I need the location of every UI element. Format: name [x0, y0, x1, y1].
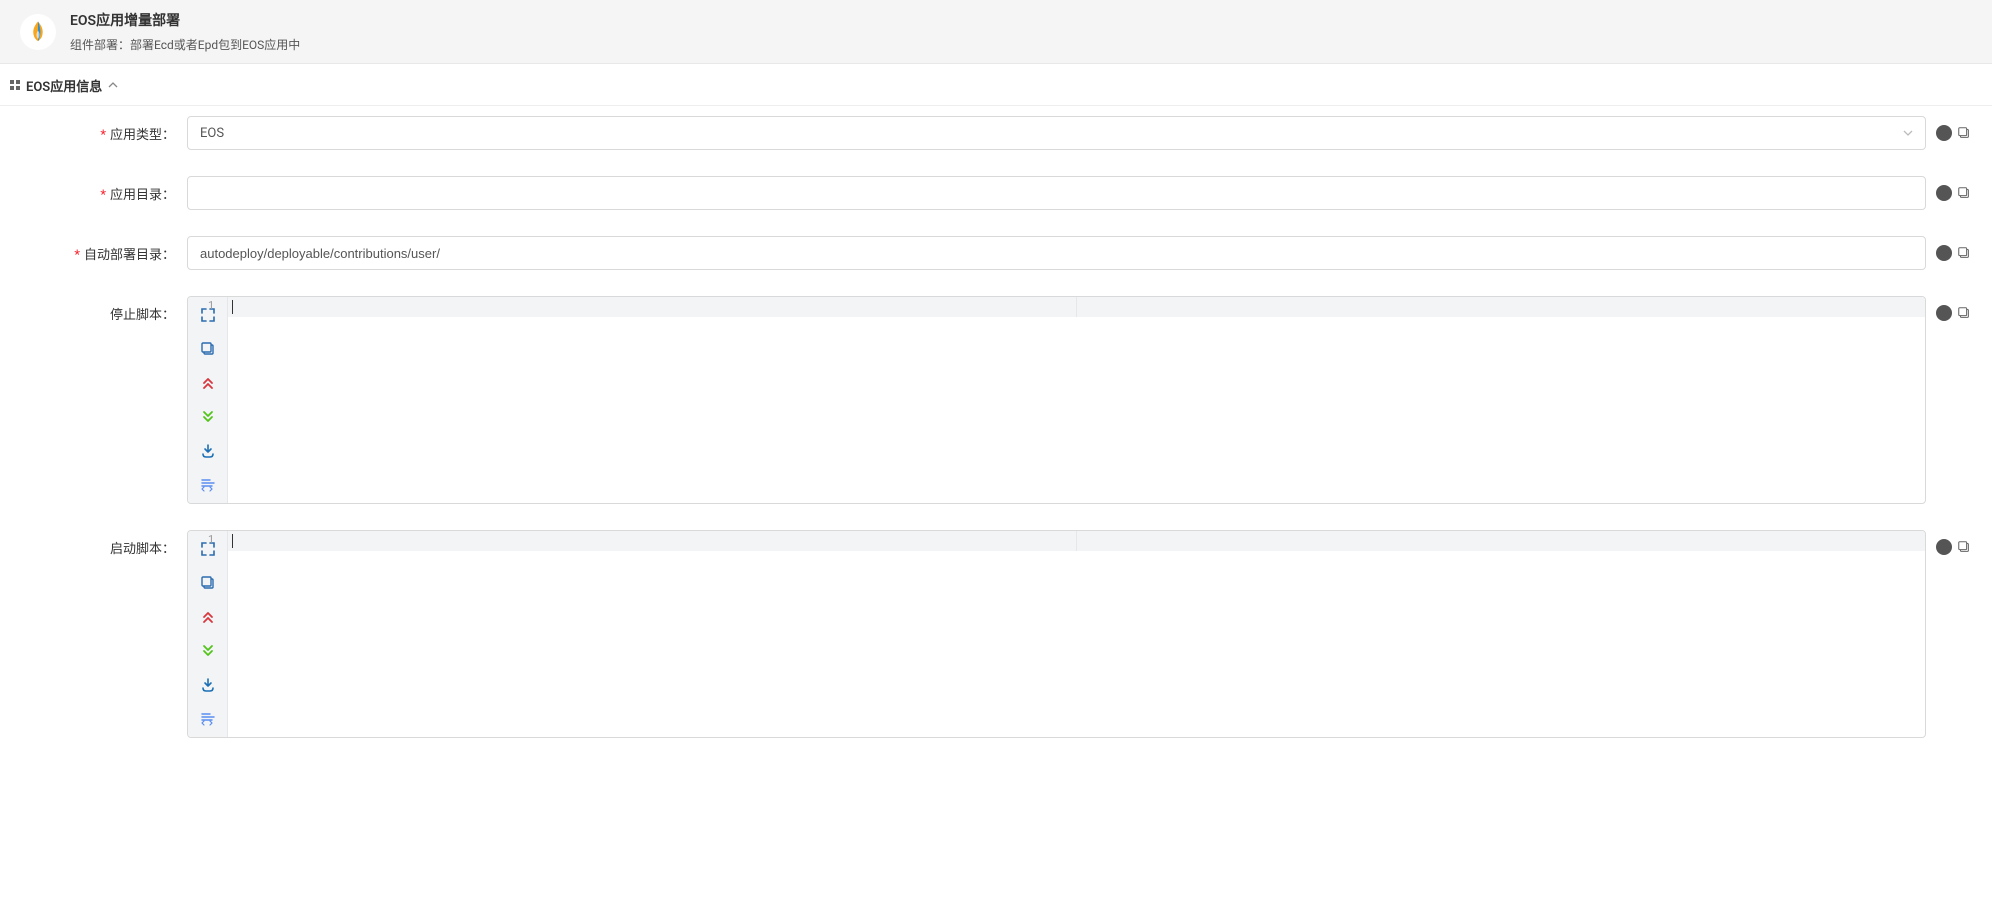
input-app-dir-wrap — [187, 176, 1926, 210]
download-icon[interactable] — [198, 675, 218, 695]
label-app-dir: *应用目录： — [20, 176, 175, 203]
required-mark: * — [100, 128, 106, 143]
row-actions: ? — [1936, 176, 1972, 201]
row-app-type: *应用类型： EOS ? — [20, 116, 1972, 150]
label-stop-script: 停止脚本： — [20, 296, 175, 323]
help-icon[interactable]: ? — [1936, 245, 1952, 261]
copy-icon[interactable] — [1956, 305, 1972, 321]
select-value: EOS — [200, 126, 224, 141]
header-text: EOS应用增量部署 组件部署：部署Ecd或者Epd包到EOS应用中 — [70, 10, 300, 53]
required-mark: * — [100, 188, 106, 203]
help-icon[interactable]: ? — [1936, 539, 1952, 555]
download-icon[interactable] — [198, 441, 218, 461]
row-actions: ? — [1936, 530, 1972, 555]
chevron-up-icon — [108, 80, 118, 91]
copy-icon[interactable] — [1956, 245, 1972, 261]
editor-toolbar — [188, 297, 228, 503]
row-actions: ? — [1936, 116, 1972, 141]
input-autodeploy-dir-wrap — [187, 236, 1926, 270]
flame-icon — [24, 18, 52, 46]
copy-icon[interactable] — [1956, 539, 1972, 555]
editor-body: 1 — [228, 531, 1925, 737]
editor-header-bar: 1 — [228, 297, 1925, 317]
format-code-icon[interactable] — [198, 475, 218, 495]
copy-icon[interactable] — [198, 573, 218, 593]
format-code-icon[interactable] — [198, 709, 218, 729]
label-app-type: *应用类型： — [20, 116, 175, 143]
page-header: EOS应用增量部署 组件部署：部署Ecd或者Epd包到EOS应用中 — [0, 0, 1992, 64]
section-title: EOS应用信息 — [26, 76, 102, 95]
input-autodeploy-dir[interactable] — [200, 237, 1913, 269]
input-app-dir[interactable] — [200, 177, 1913, 209]
collapse-up-icon[interactable] — [198, 607, 218, 627]
help-icon[interactable]: ? — [1936, 125, 1952, 141]
help-icon[interactable]: ? — [1936, 185, 1952, 201]
required-mark: * — [74, 248, 80, 263]
row-actions: ? — [1936, 236, 1972, 261]
page-title: EOS应用增量部署 — [70, 10, 300, 30]
editor-pane-right-header — [1077, 531, 1926, 551]
expand-down-icon[interactable] — [198, 641, 218, 661]
copy-icon[interactable] — [1956, 125, 1972, 141]
row-autodeploy-dir: *自动部署目录： ? — [20, 236, 1972, 270]
expand-down-icon[interactable] — [198, 407, 218, 427]
editor-pane-left-header: 1 — [228, 531, 1077, 551]
copy-icon[interactable] — [198, 339, 218, 359]
editor-textarea-stop[interactable] — [228, 317, 1925, 503]
page-subtitle: 组件部署：部署Ecd或者Epd包到EOS应用中 — [70, 36, 300, 53]
editor-body: 1 — [228, 297, 1925, 503]
row-actions: ? — [1936, 296, 1972, 321]
row-stop-script: 停止脚本： — [20, 296, 1972, 504]
cursor — [232, 300, 233, 314]
editor-header-bar: 1 — [228, 531, 1925, 551]
help-icon[interactable]: ? — [1936, 305, 1952, 321]
editor-start-script: 1 — [187, 530, 1926, 738]
line-number: 1 — [208, 533, 214, 546]
logo — [20, 14, 56, 50]
line-number: 1 — [208, 299, 214, 312]
grid-icon — [10, 79, 20, 93]
chevron-down-icon — [1903, 128, 1913, 139]
cursor — [232, 534, 233, 548]
editor-toolbar — [188, 531, 228, 737]
collapse-up-icon[interactable] — [198, 373, 218, 393]
form: *应用类型： EOS ? *应用目录： — [0, 106, 1992, 774]
editor-stop-script: 1 — [187, 296, 1926, 504]
editor-pane-left-header: 1 — [228, 297, 1077, 317]
editor-textarea-start[interactable] — [228, 551, 1925, 737]
label-start-script: 启动脚本： — [20, 530, 175, 557]
select-app-type[interactable]: EOS — [187, 116, 1926, 150]
copy-icon[interactable] — [1956, 185, 1972, 201]
row-start-script: 启动脚本： — [20, 530, 1972, 738]
label-autodeploy-dir: *自动部署目录： — [20, 236, 175, 263]
section-header[interactable]: EOS应用信息 — [0, 64, 1992, 106]
row-app-dir: *应用目录： ? — [20, 176, 1972, 210]
editor-pane-right-header — [1077, 297, 1926, 317]
